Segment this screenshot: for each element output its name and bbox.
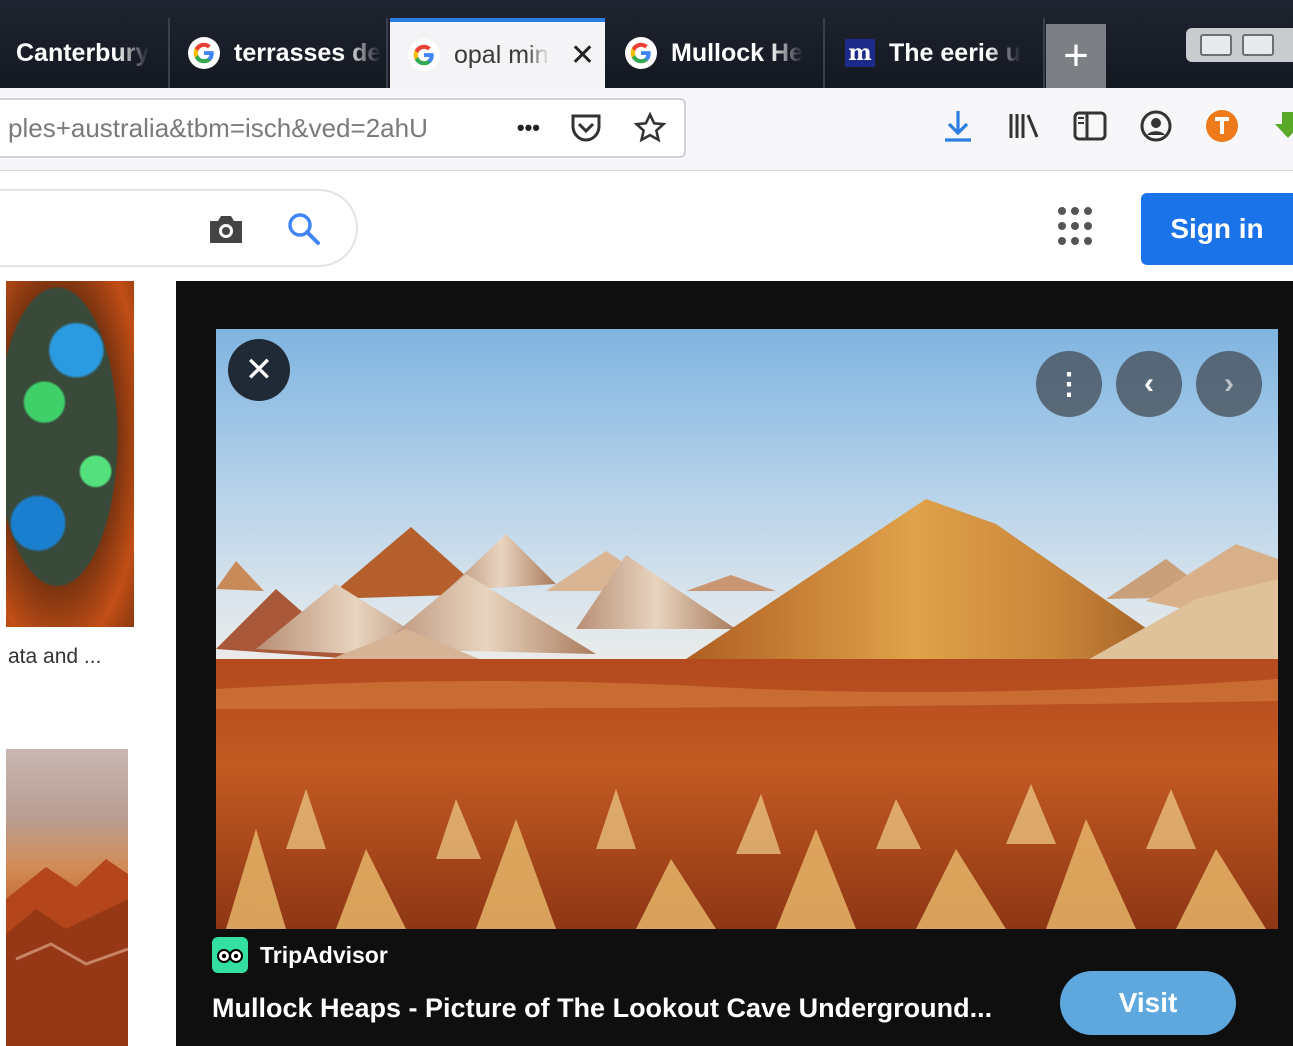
- close-preview-button[interactable]: ✕: [228, 339, 290, 401]
- browser-tab-strip: Canterbury terrasses de opal min ✕ Mullo…: [0, 0, 1293, 88]
- library-icon[interactable]: [1006, 108, 1042, 144]
- sidebar-icon[interactable]: [1072, 108, 1108, 144]
- google-icon: [408, 39, 440, 71]
- tab-terrasses[interactable]: terrasses de: [170, 18, 388, 88]
- address-bar[interactable]: ples+australia&tbm=isch&ved=2ahU •••: [0, 98, 686, 158]
- window-controls: [1186, 28, 1293, 62]
- bookmark-star-icon[interactable]: [632, 110, 668, 146]
- google-header: Sign in: [0, 171, 1293, 281]
- next-image-button[interactable]: ›: [1196, 351, 1262, 417]
- image-preview-panel: ✕ ⋮ ‹ › TripAdvisor Mullock Heaps - Pict…: [176, 281, 1293, 1046]
- landscape-result-thumbnail[interactable]: [6, 749, 128, 1046]
- url-text: ples+australia&tbm=isch&ved=2ahU: [8, 112, 428, 143]
- tab-label: Canterbury: [16, 38, 150, 67]
- google-icon: [188, 37, 220, 69]
- tab-canterbury[interactable]: Canterbury: [0, 18, 170, 88]
- pocket-icon[interactable]: [568, 110, 604, 146]
- account-icon[interactable]: [1138, 108, 1174, 144]
- tab-mullock[interactable]: Mullock He: [607, 18, 825, 88]
- extension-t-icon[interactable]: [1204, 108, 1240, 144]
- tab-label: The eerie u: [889, 38, 1021, 67]
- previous-image-button[interactable]: ‹: [1116, 351, 1182, 417]
- sign-in-button[interactable]: Sign in: [1141, 193, 1293, 265]
- apps-grid-icon[interactable]: [1058, 207, 1098, 247]
- mullock-heaps-photo: [216, 499, 1278, 929]
- image-results-column: ata and ...: [0, 281, 178, 1046]
- tab-eerie[interactable]: m The eerie u: [827, 18, 1045, 88]
- maximize-window-button[interactable]: [1242, 34, 1274, 56]
- source-name: TripAdvisor: [260, 941, 388, 968]
- tab-label: opal min: [454, 40, 549, 69]
- more-options-icon[interactable]: ⋮: [1036, 351, 1102, 417]
- tab-close-icon[interactable]: ✕: [570, 38, 595, 73]
- minimize-window-button[interactable]: [1200, 34, 1232, 56]
- camera-icon[interactable]: [206, 211, 246, 247]
- visit-button[interactable]: Visit: [1060, 971, 1236, 1035]
- tab-label: Mullock He: [671, 38, 803, 67]
- tab-opal-min[interactable]: opal min ✕: [390, 18, 605, 88]
- preview-source[interactable]: TripAdvisor: [212, 937, 388, 973]
- search-icon[interactable]: [284, 209, 324, 249]
- page-actions-icon[interactable]: •••: [517, 115, 540, 141]
- tripadvisor-icon: [212, 937, 248, 973]
- result-caption[interactable]: ata and ...: [8, 645, 101, 669]
- browser-navbar: ples+australia&tbm=isch&ved=2ahU •••: [0, 88, 1293, 171]
- preview-photo[interactable]: ✕ ⋮ ‹ ›: [216, 329, 1278, 929]
- m-site-icon: m: [845, 39, 875, 67]
- opal-result-thumbnail[interactable]: [6, 281, 134, 627]
- search-input[interactable]: [0, 189, 358, 267]
- extension-download-icon[interactable]: [1270, 108, 1293, 144]
- google-icon: [625, 37, 657, 69]
- preview-navigation: ⋮ ‹ ›: [1036, 351, 1262, 417]
- preview-title[interactable]: Mullock Heaps - Picture of The Lookout C…: [212, 993, 992, 1024]
- download-icon[interactable]: [940, 108, 976, 144]
- tab-label: terrasses de: [234, 38, 382, 67]
- new-tab-button[interactable]: +: [1046, 24, 1106, 88]
